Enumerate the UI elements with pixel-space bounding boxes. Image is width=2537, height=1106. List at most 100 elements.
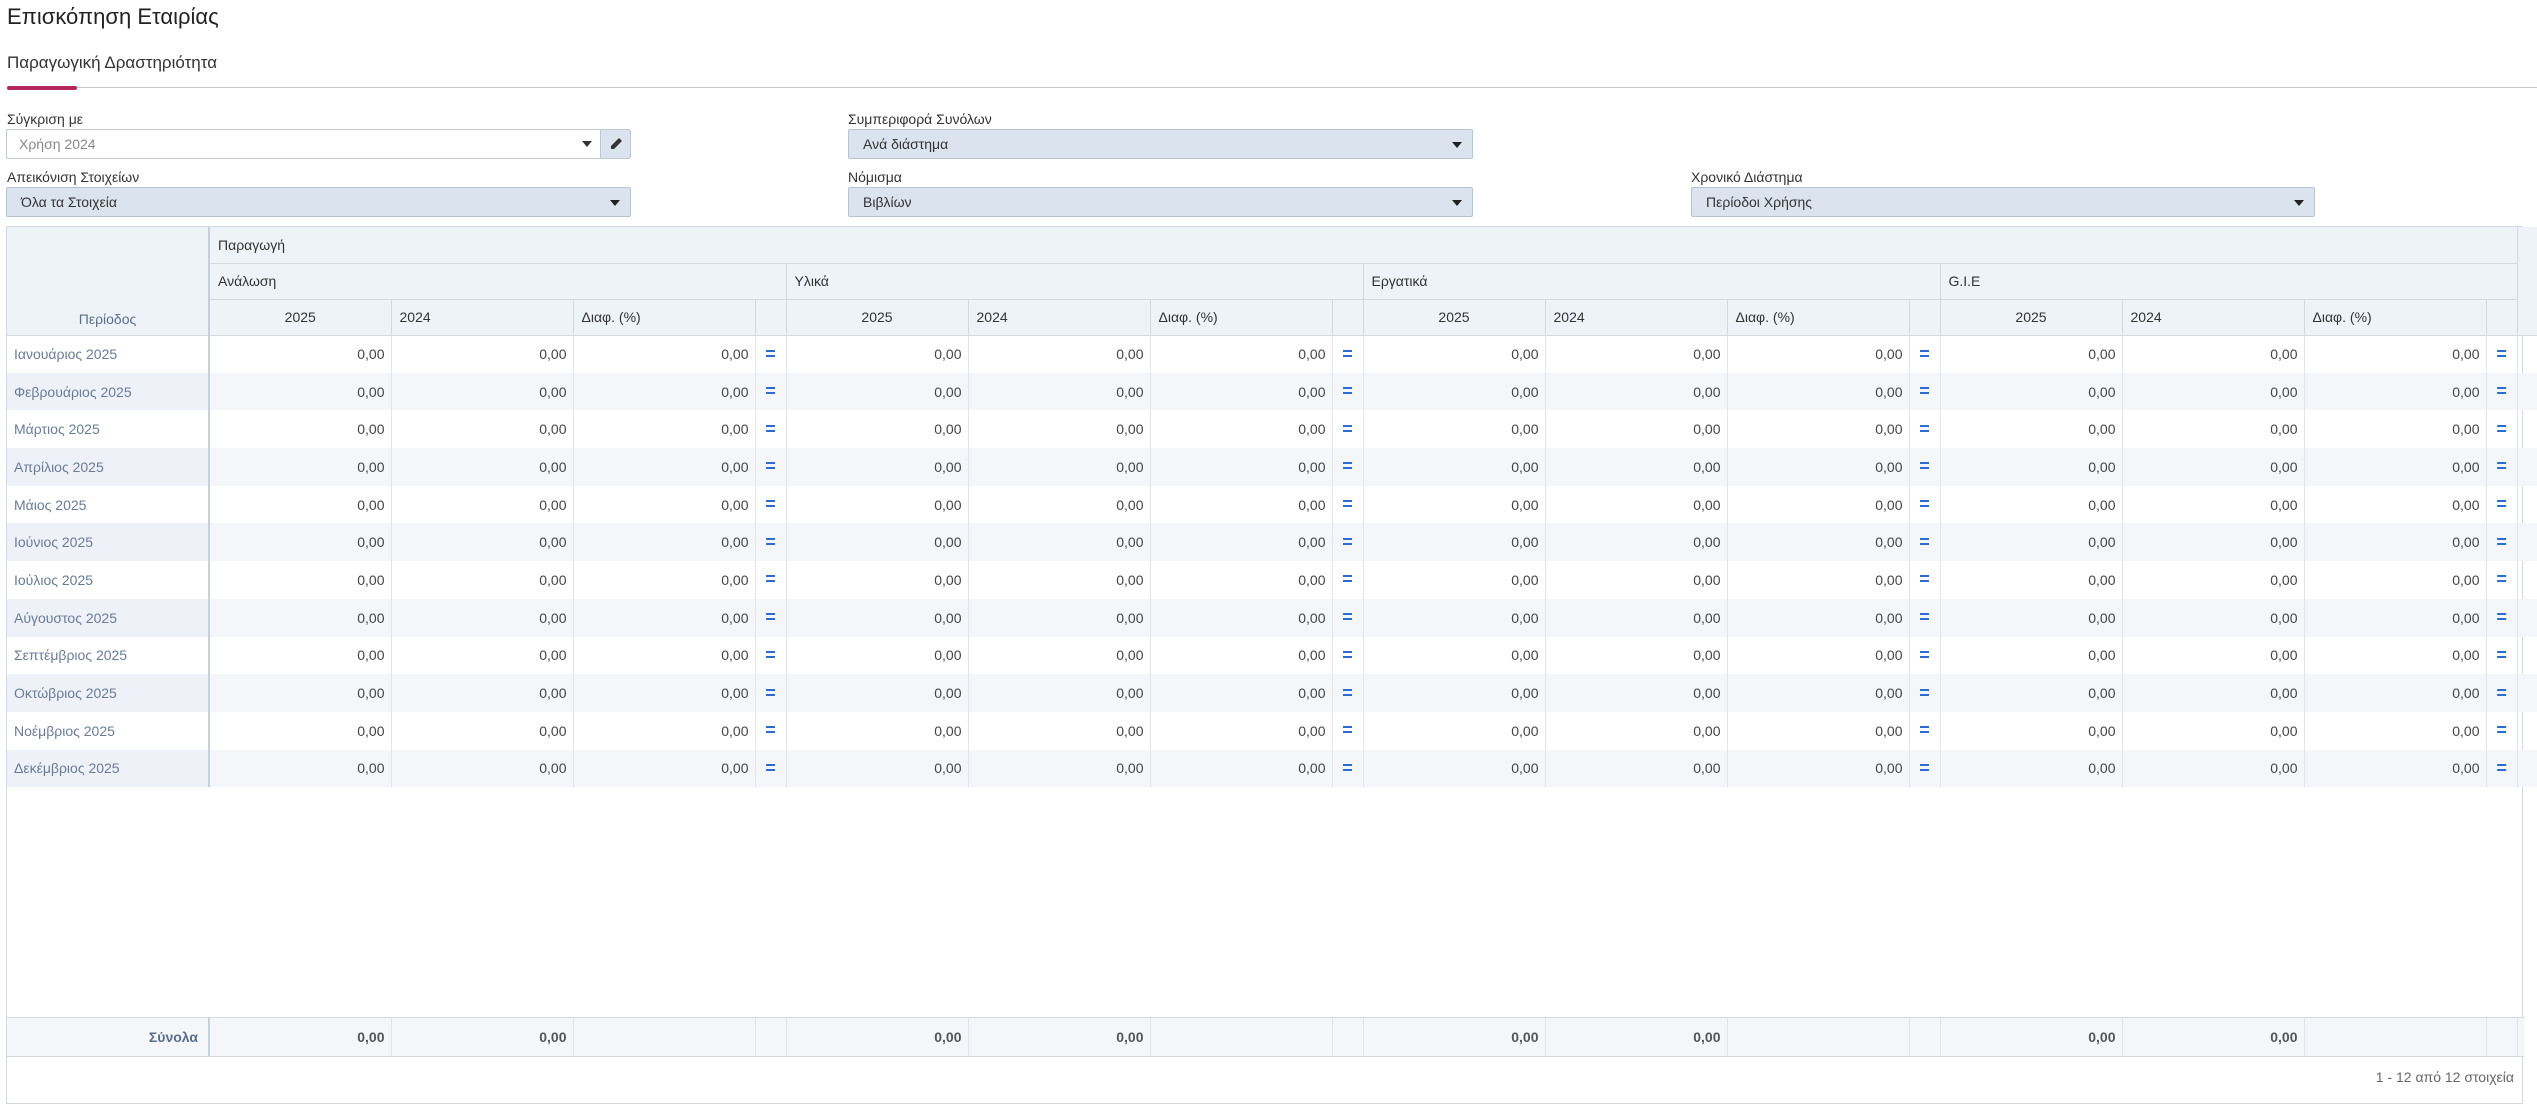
equal-icon: =: [1331, 749, 1363, 788]
equal-icon: =: [1908, 674, 1940, 712]
chevron-down-icon: [1452, 200, 1462, 206]
value-cell: 0,00: [572, 711, 755, 750]
totals-behavior-select[interactable]: Ανά διάστημα: [848, 129, 1473, 159]
compare-edit-button[interactable]: [600, 130, 630, 158]
value-cell: 0,00: [1544, 711, 1727, 750]
table-row[interactable]: Αύγουστος 2025 0,00 0,00 0,00 = 0,00 0,00 0,00 =…: [7, 598, 2537, 637]
equal-icon: =: [1908, 598, 1940, 637]
tab-production-activity[interactable]: Παραγωγική Δραστηριότητα: [7, 50, 218, 90]
equal-icon: =: [1908, 485, 1940, 524]
value-cell: 0,00: [208, 598, 391, 637]
period-cell: Ιούλιος 2025: [7, 561, 210, 599]
table-row[interactable]: Μάιος 2025 0,00 0,00 0,00 = 0,00 0,00 0,00 = 0,00…: [7, 485, 2537, 524]
value-cell: 0,00: [572, 335, 755, 373]
value-cell: 0,00: [2121, 711, 2304, 750]
column-header[interactable]: 2025: [785, 299, 968, 336]
totals-behavior-label: Συμπεριφορά Συνόλων: [848, 111, 992, 127]
table-row[interactable]: Σεπτέμβριος 2025 0,00 0,00 0,00 = 0,00 0,00 0,0…: [7, 636, 2537, 675]
value-cell: 0,00: [1939, 674, 2122, 712]
equal-icon: =: [1331, 448, 1363, 486]
scroll-spacer: [2516, 410, 2537, 449]
value-cell: 0,00: [208, 749, 391, 788]
value-cell: 0,00: [1726, 674, 1909, 712]
column-header[interactable]: Διαφ. (%): [1149, 299, 1332, 336]
value-cell: 0,00: [1149, 410, 1332, 449]
value-cell: 0,00: [2303, 749, 2486, 788]
value-cell: 0,00: [390, 561, 573, 599]
value-cell: 0,00: [1149, 372, 1332, 411]
tab-label: Παραγωγική Δραστηριότητα: [7, 53, 218, 72]
value-cell: 0,00: [967, 372, 1150, 411]
column-header[interactable]: Διαφ. (%): [2303, 299, 2486, 336]
scrollbar-header-spacer: [2516, 227, 2537, 336]
value-cell: 0,00: [2121, 523, 2304, 562]
value-cell: 0,00: [208, 448, 391, 486]
column-header[interactable]: 2025: [208, 299, 391, 336]
value-cell: 0,00: [1362, 523, 1545, 562]
table-row[interactable]: Οκτώβριος 2025 0,00 0,00 0,00 = 0,00 0,00 0,00 =…: [7, 674, 2537, 712]
value-cell: 0,00: [1544, 598, 1727, 637]
group-header: Παραγωγή: [208, 227, 2518, 264]
value-cell: 0,00: [785, 448, 968, 486]
value-cell: 0,00: [1362, 749, 1545, 788]
totals-label: Σύνολα: [7, 1018, 210, 1056]
equal-icon: =: [1331, 711, 1363, 750]
column-header[interactable]: Διαφ. (%): [572, 299, 755, 336]
value-cell: 0,00: [390, 674, 573, 712]
table-row[interactable]: Ιούνιος 2025 0,00 0,00 0,00 = 0,00 0,00 0,00 = 0,…: [7, 523, 2537, 562]
column-header[interactable]: Διαφ. (%): [1726, 299, 1909, 336]
chevron-down-icon: [582, 141, 592, 147]
value-cell: 0,00: [390, 523, 573, 562]
table-row[interactable]: Ιούλιος 2025 0,00 0,00 0,00 = 0,00 0,00 0,00 = 0,…: [7, 561, 2537, 599]
section-header: Ανάλωση: [208, 263, 786, 300]
total-empty-cell: [1149, 1018, 1332, 1056]
table-row[interactable]: Απρίλιος 2025 0,00 0,00 0,00 = 0,00 0,00 0,00 = 0…: [7, 448, 2537, 486]
totals-row: Σύνολα 0,00 0,00 0,00 0,00 0,00 0,00 0,00 0,00: [7, 1017, 2537, 1057]
total-empty-cell: [1908, 1018, 1940, 1056]
compare-value: Χρήση 2024: [19, 136, 96, 152]
equal-icon: =: [2485, 523, 2518, 562]
column-header[interactable]: 2025: [1939, 299, 2122, 336]
value-cell: 0,00: [967, 523, 1150, 562]
value-cell: 0,00: [390, 711, 573, 750]
value-cell: 0,00: [1362, 448, 1545, 486]
equal-icon: =: [2485, 674, 2518, 712]
value-cell: 0,00: [572, 674, 755, 712]
value-cell: 0,00: [1726, 636, 1909, 675]
compare-dropdown-toggle[interactable]: [574, 130, 600, 158]
value-cell: 0,00: [2121, 410, 2304, 449]
equal-icon: =: [754, 485, 786, 524]
value-cell: 0,00: [967, 335, 1150, 373]
equal-icon: =: [754, 598, 786, 637]
column-header[interactable]: 2025: [1362, 299, 1545, 336]
table-row[interactable]: Μάρτιος 2025 0,00 0,00 0,00 = 0,00 0,00 0,00 = 0,…: [7, 410, 2537, 449]
section-header: Εργατικά: [1362, 263, 1940, 300]
period-cell: Δεκέμβριος 2025: [7, 749, 210, 788]
value-cell: 0,00: [208, 523, 391, 562]
scroll-spacer: [2516, 448, 2537, 486]
equal-icon: =: [1908, 448, 1940, 486]
tab-bar: Παραγωγική Δραστηριότητα: [7, 50, 2537, 90]
compare-combo[interactable]: Χρήση 2024: [6, 129, 631, 159]
column-header[interactable]: 2024: [1544, 299, 1727, 336]
table-row[interactable]: Φεβρουάριος 2025 0,00 0,00 0,00 = 0,00 0,00 0,0…: [7, 372, 2537, 411]
currency-select[interactable]: Βιβλίων: [848, 187, 1473, 217]
value-cell: 0,00: [1939, 335, 2122, 373]
value-cell: 0,00: [1726, 335, 1909, 373]
table-row[interactable]: Δεκέμβριος 2025 0,00 0,00 0,00 = 0,00 0,00 0,00…: [7, 749, 2537, 788]
column-header[interactable]: 2024: [390, 299, 573, 336]
period-column-header[interactable]: Περίοδος: [7, 227, 210, 336]
value-cell: 0,00: [785, 711, 968, 750]
column-header[interactable]: 2024: [2121, 299, 2304, 336]
table-row[interactable]: Νοέμβριος 2025 0,00 0,00 0,00 = 0,00 0,00 0,00 =…: [7, 711, 2537, 750]
value-cell: 0,00: [1362, 485, 1545, 524]
period-select[interactable]: Περίοδοι Χρήσης: [1691, 187, 2315, 217]
section-header: G.I.E: [1939, 263, 2518, 300]
equal-icon: =: [754, 636, 786, 675]
value-cell: 0,00: [1362, 372, 1545, 411]
equal-icon: =: [754, 749, 786, 788]
column-header[interactable]: 2024: [967, 299, 1150, 336]
display-items-select[interactable]: Όλα τα Στοιχεία: [6, 187, 631, 217]
table-row[interactable]: Ιανουάριος 2025 0,00 0,00 0,00 = 0,00 0,00 0,00…: [7, 335, 2537, 373]
value-cell: 0,00: [967, 674, 1150, 712]
